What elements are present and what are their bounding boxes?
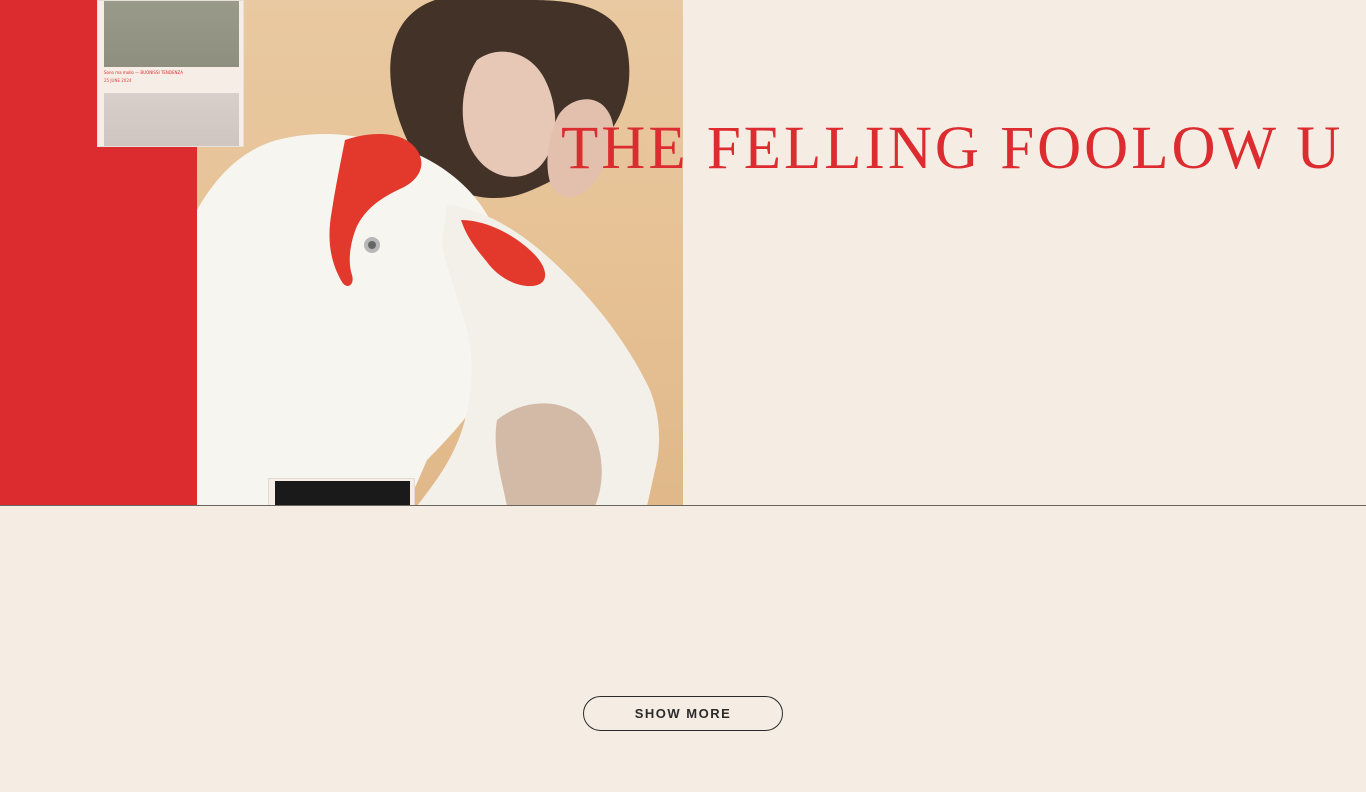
page: Sono ma mollo — BUONISSI TENDENZA 25 JUN… [0,0,1366,792]
hero-main-photo [197,0,683,506]
bottom-peek-image [275,481,410,505]
mini-post-image-1 [104,1,239,67]
mini-post-date: 25 JUNE 2024 [104,78,132,83]
show-more-button[interactable]: SHOW MORE [583,696,783,731]
mini-post-image-2 [104,93,239,146]
mini-post-caption: Sono ma mollo — BUONISSI TENDENZA [104,70,183,75]
hero-section: Sono ma mollo — BUONISSI TENDENZA 25 JUN… [0,0,1366,506]
hero-headline: THE FELLING FOOLOW U [561,115,1344,182]
bottom-peek-card[interactable] [268,478,415,506]
section-divider [0,505,1366,506]
mini-post-card[interactable]: Sono ma mollo — BUONISSI TENDENZA 25 JUN… [97,0,244,147]
hero-illustration [197,0,660,506]
